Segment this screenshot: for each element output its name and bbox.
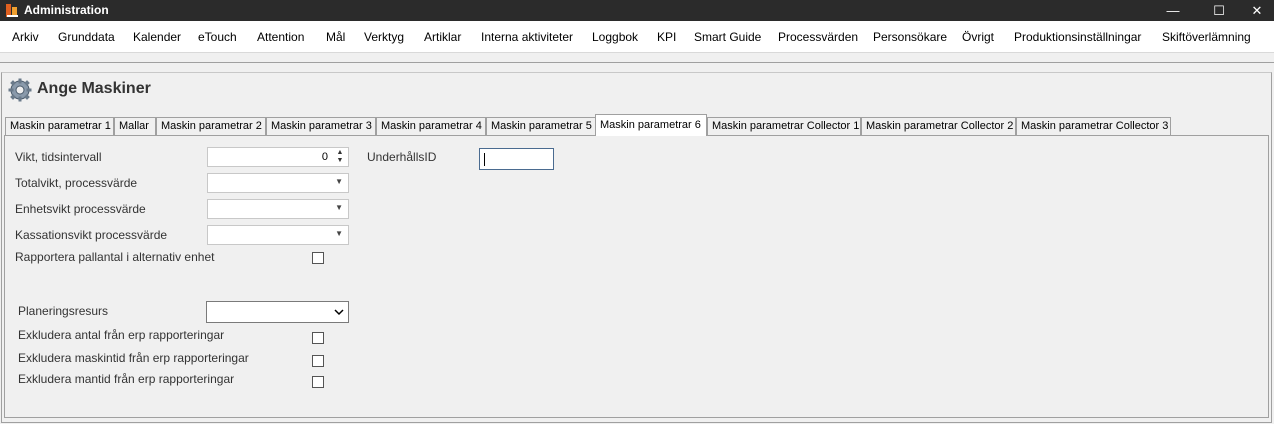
menu-smart-guide[interactable]: Smart Guide — [694, 30, 761, 44]
menu-skiftoverlamning[interactable]: Skiftöverlämning — [1162, 30, 1251, 44]
menu-kalender[interactable]: Kalender — [133, 30, 181, 44]
tab-mallar[interactable]: Mallar — [114, 117, 156, 135]
kassationsvikt-select[interactable]: ▼ — [207, 225, 349, 245]
underhallsid-input[interactable] — [479, 148, 554, 170]
gear-icon — [8, 78, 32, 102]
exkludera-mantid-label: Exkludera mantid från erp rapporteringar — [18, 372, 235, 386]
tab-maskin-parametrar-5[interactable]: Maskin parametrar 5 — [486, 117, 596, 135]
tab-maskin-parametrar-3[interactable]: Maskin parametrar 3 — [266, 117, 376, 135]
menu-mal[interactable]: Mål — [326, 30, 345, 44]
totalvikt-select[interactable]: ▼ — [207, 173, 349, 193]
kassationsvikt-label: Kassationsvikt processvärde — [15, 228, 168, 242]
totalvikt-label: Totalvikt, processvärde — [15, 176, 138, 190]
spinner-arrows-icon[interactable]: ▲ ▼ — [334, 149, 346, 165]
vikt-tidsintervall-stepper[interactable]: 0 ▲ ▼ — [207, 147, 349, 167]
underhallsid-label: UnderhållsID — [367, 150, 437, 164]
menu-loggbok[interactable]: Loggbok — [592, 30, 638, 44]
menu-produktionsinstallningar[interactable]: Produktionsinställningar — [1014, 30, 1141, 44]
title-bar: Administration — ☐ ✕ — [0, 0, 1274, 21]
text-caret — [484, 153, 485, 166]
tab-maskin-parametrar-2[interactable]: Maskin parametrar 2 — [156, 117, 266, 135]
chevron-down-icon: ▼ — [335, 203, 343, 212]
app-logo-icon — [6, 4, 18, 17]
menu-personsokare[interactable]: Personsökare — [873, 30, 947, 44]
menu-grunddata[interactable]: Grunddata — [58, 30, 115, 44]
vikt-tidsintervall-value: 0 — [321, 151, 328, 163]
tab-maskin-parametrar-6[interactable]: Maskin parametrar 6 — [595, 114, 707, 136]
menu-ovrigt[interactable]: Övrigt — [962, 30, 994, 44]
tab-maskin-parametrar-1[interactable]: Maskin parametrar 1 — [5, 117, 114, 135]
tab-maskin-parametrar-collector-3[interactable]: Maskin parametrar Collector 3 — [1016, 117, 1171, 135]
tab-maskin-parametrar-collector-1[interactable]: Maskin parametrar Collector 1 — [707, 117, 861, 135]
application-window: Administration — ☐ ✕ Arkiv Grunddata Kal… — [0, 0, 1274, 424]
exkludera-maskintid-checkbox[interactable] — [312, 355, 324, 367]
page-title: Ange Maskiner — [37, 80, 151, 97]
vikt-tidsintervall-label: Vikt, tidsintervall — [15, 150, 102, 164]
exkludera-maskintid-label: Exkludera maskintid från erp rapporterin… — [18, 351, 249, 365]
enhetsvikt-select[interactable]: ▼ — [207, 199, 349, 219]
chevron-down-icon: ▼ — [335, 229, 343, 238]
tab-maskin-parametrar-4[interactable]: Maskin parametrar 4 — [376, 117, 486, 135]
exkludera-mantid-checkbox[interactable] — [312, 376, 324, 388]
menu-etouch[interactable]: eTouch — [198, 30, 237, 44]
rapportera-pallantal-label: Rapportera pallantal i alternativ enhet — [15, 250, 215, 264]
tab-maskin-parametrar-collector-2[interactable]: Maskin parametrar Collector 2 — [861, 117, 1016, 135]
planeringsresurs-select[interactable] — [206, 301, 349, 323]
tab-content: Vikt, tidsintervall 0 ▲ ▼ Totalvikt, proc… — [4, 135, 1269, 418]
planeringsresurs-label: Planeringsresurs — [18, 304, 109, 318]
menu-verktyg[interactable]: Verktyg — [364, 30, 404, 44]
menu-artiklar[interactable]: Artiklar — [424, 30, 461, 44]
menu-bar: Arkiv Grunddata Kalender eTouch Attentio… — [0, 21, 1274, 53]
close-button[interactable]: ✕ — [1234, 0, 1274, 21]
menu-kpi[interactable]: KPI — [657, 30, 676, 44]
menu-attention[interactable]: Attention — [257, 30, 304, 44]
enhetsvikt-label: Enhetsvikt processvärde — [15, 202, 146, 216]
chevron-down-icon — [334, 309, 344, 316]
window-title: Administration — [24, 3, 109, 17]
chevron-down-icon: ▼ — [335, 177, 343, 186]
toolbar-divider — [0, 62, 1274, 63]
rapportera-pallantal-checkbox[interactable] — [312, 252, 324, 264]
menu-interna-aktiviteter[interactable]: Interna aktiviteter — [481, 30, 573, 44]
menu-arkiv[interactable]: Arkiv — [12, 30, 39, 44]
exkludera-antal-checkbox[interactable] — [312, 332, 324, 344]
minimize-button[interactable]: — — [1150, 0, 1196, 21]
exkludera-antal-label: Exkludera antal från erp rapporteringar — [18, 328, 225, 342]
menu-processvarden[interactable]: Processvärden — [778, 30, 858, 44]
